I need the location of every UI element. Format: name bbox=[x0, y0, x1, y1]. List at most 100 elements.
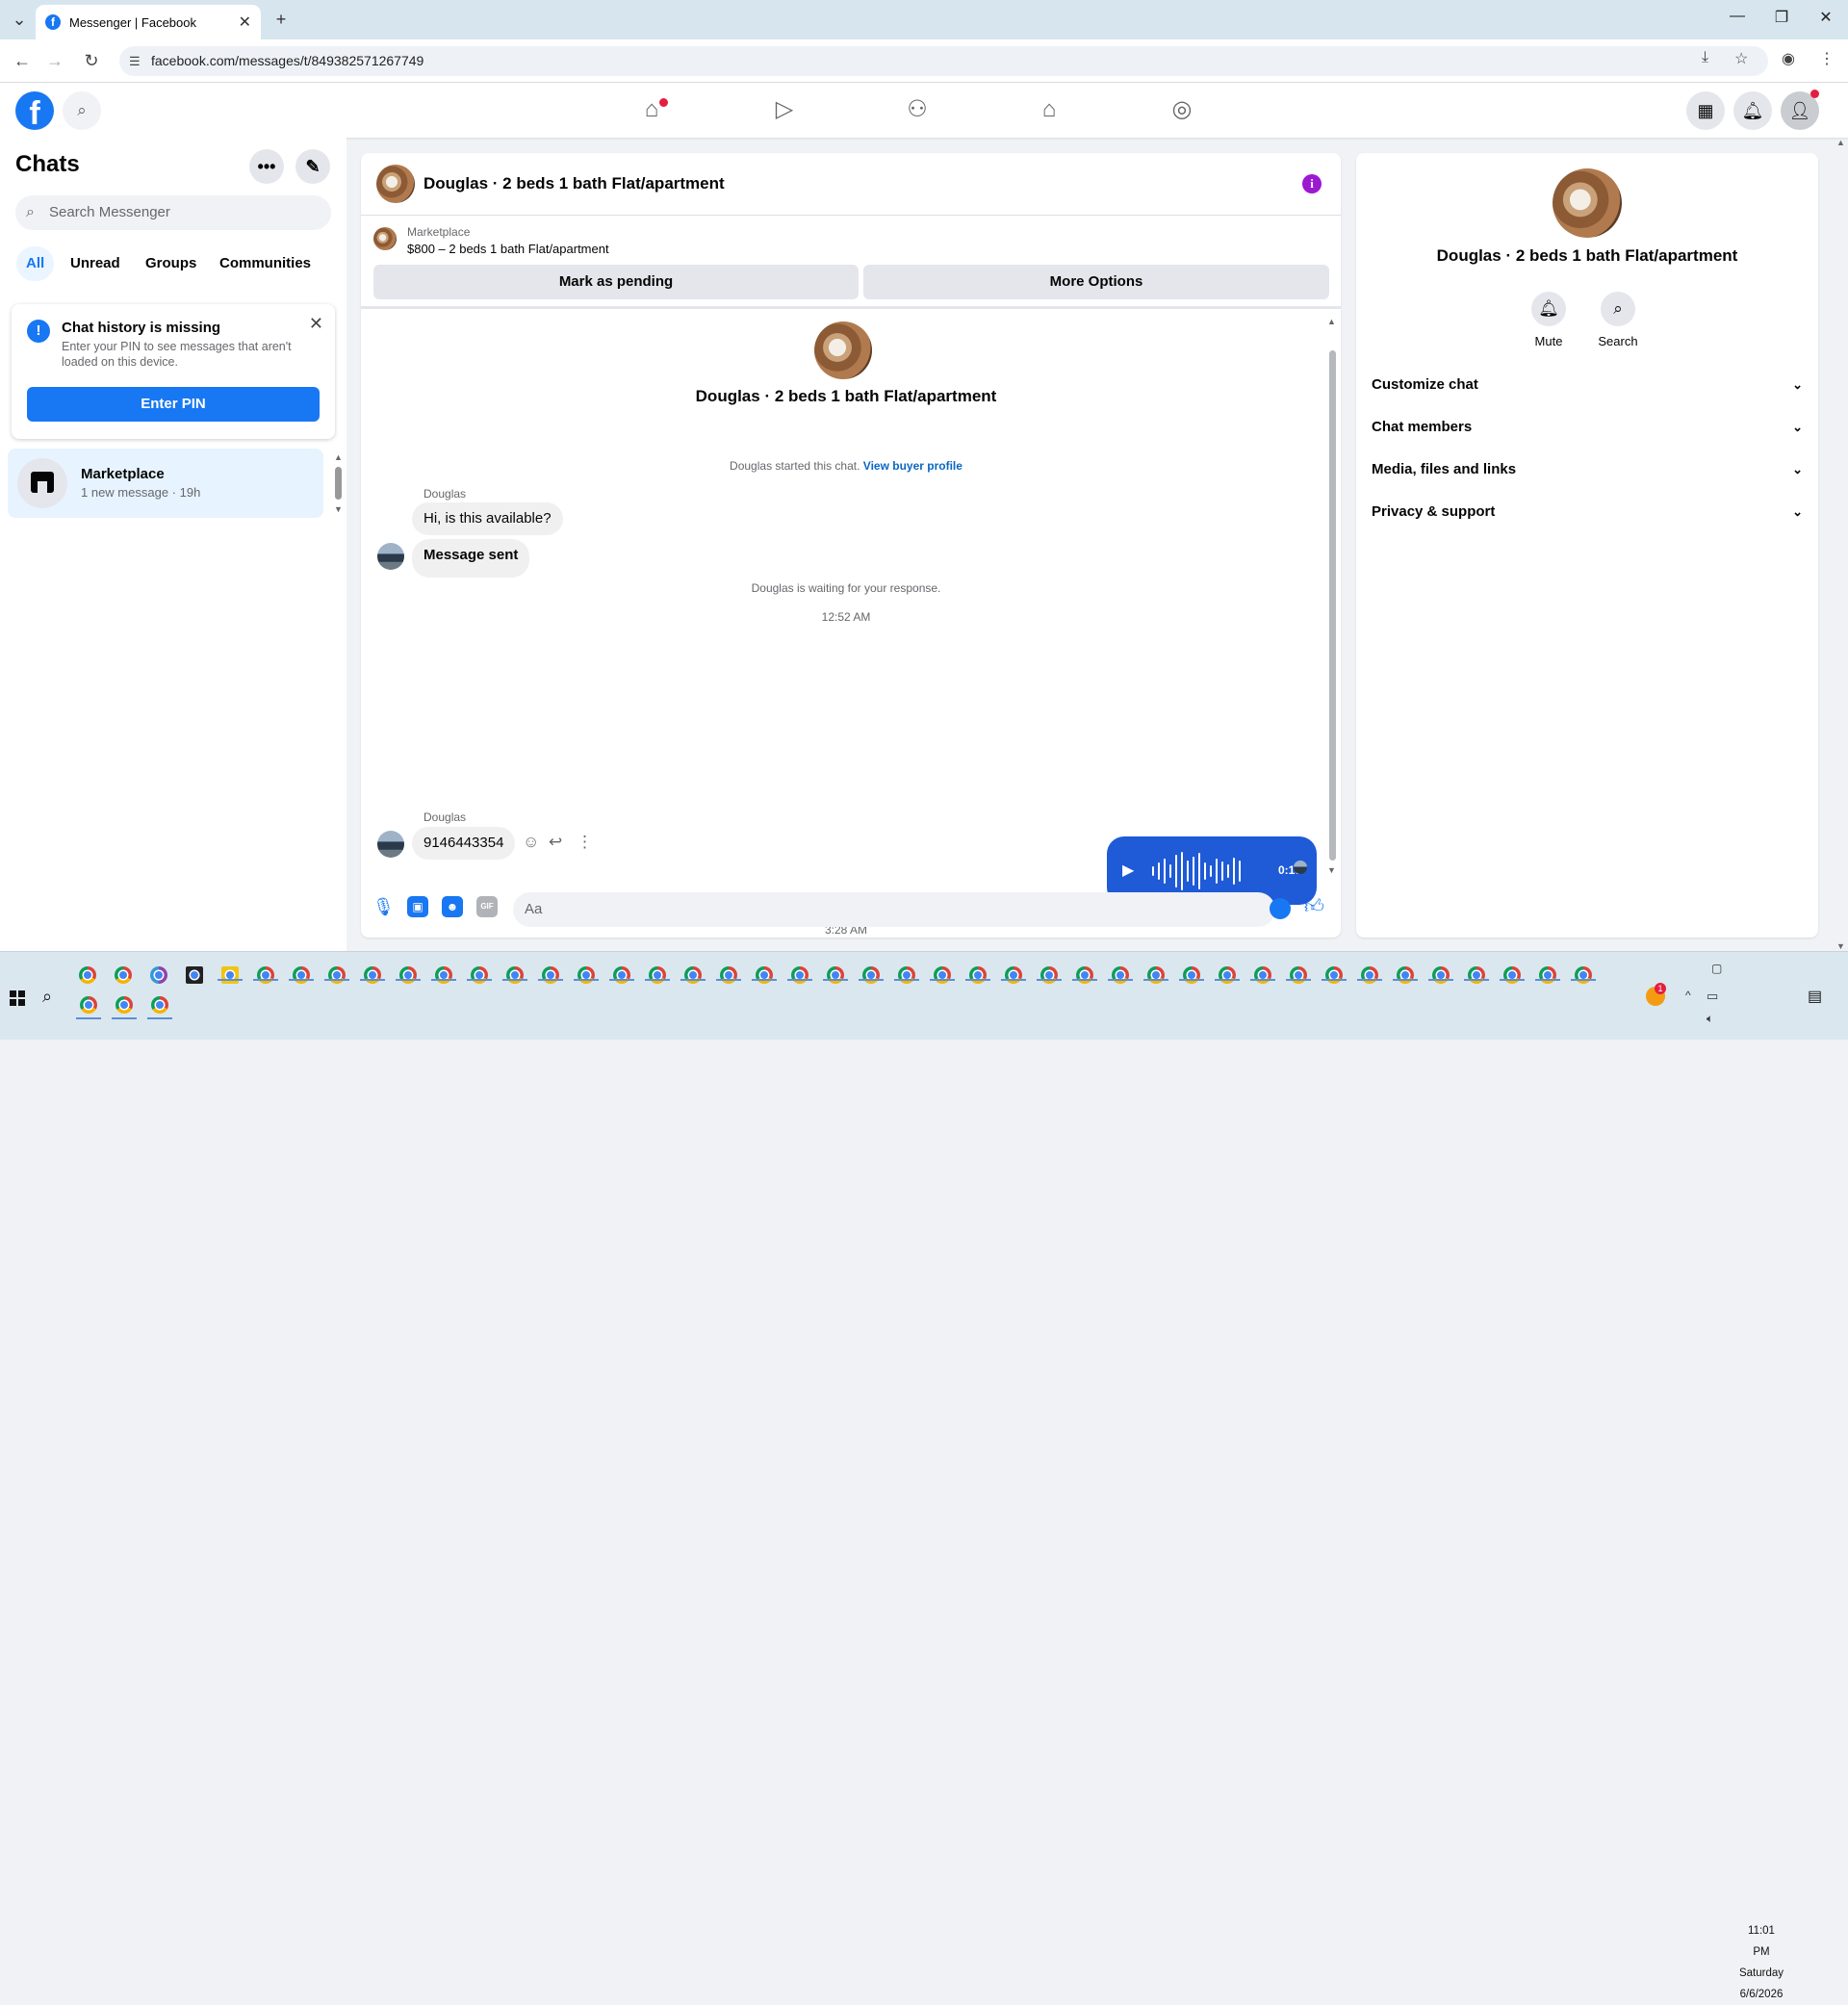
scroll-down-icon[interactable]: ▼ bbox=[1834, 941, 1848, 951]
filter-groups[interactable]: Groups bbox=[136, 246, 206, 281]
more-options-button[interactable]: More Options bbox=[863, 265, 1329, 299]
chat-members-section[interactable]: Chat members ⌄ bbox=[1372, 406, 1803, 449]
taskbar-app-icon[interactable] bbox=[399, 966, 417, 984]
media-files-links-section[interactable]: Media, files and links ⌄ bbox=[1372, 449, 1803, 491]
microphone-icon[interactable]: 🎙︎ bbox=[372, 896, 395, 917]
search-button[interactable]: ⌕ Search bbox=[1589, 292, 1647, 348]
emoji-icon[interactable] bbox=[1270, 898, 1291, 919]
sender-avatar[interactable] bbox=[377, 831, 404, 858]
taskbar-app-icon[interactable] bbox=[827, 966, 844, 984]
message-bubble[interactable]: 9146443354 bbox=[412, 827, 516, 860]
show-hidden-icons-icon[interactable]: ^ bbox=[1685, 989, 1691, 1002]
photo-icon[interactable]: ▣ bbox=[407, 896, 428, 917]
sender-avatar[interactable] bbox=[377, 543, 404, 570]
new-message-button[interactable]: ✎ bbox=[295, 149, 330, 184]
page-scrollbar[interactable]: ▲ ▼ bbox=[1834, 138, 1848, 951]
taskbar-app-icon[interactable] bbox=[1397, 966, 1414, 984]
taskbar-app-icon[interactable] bbox=[115, 966, 132, 984]
message-input[interactable]: Aa bbox=[513, 892, 1275, 927]
chat-list-scrollbar[interactable]: ▲ ▼ bbox=[334, 452, 343, 560]
message-bubble[interactable]: Message sent bbox=[412, 539, 530, 578]
home-icon[interactable]: ⌂ bbox=[599, 89, 705, 131]
taskbar-app-icon[interactable] bbox=[720, 966, 737, 984]
reload-icon[interactable]: ↻ bbox=[79, 48, 104, 73]
taskbar-app-icon[interactable] bbox=[364, 966, 381, 984]
scroll-up-icon[interactable]: ▲ bbox=[334, 452, 343, 462]
taskbar-app-icon[interactable] bbox=[471, 966, 488, 984]
listing-avatar[interactable] bbox=[376, 165, 415, 203]
taskbar-app-icon[interactable] bbox=[1076, 966, 1093, 984]
taskbar-app-icon[interactable] bbox=[293, 966, 310, 984]
taskbar-app-icon[interactable] bbox=[1325, 966, 1343, 984]
taskbar-app-icon[interactable] bbox=[791, 966, 808, 984]
close-tab-icon[interactable]: ✕ bbox=[239, 13, 251, 32]
scroll-down-icon[interactable]: ▼ bbox=[1327, 865, 1336, 875]
taskbar-app-icon[interactable] bbox=[969, 966, 987, 984]
scroll-down-icon[interactable]: ▼ bbox=[334, 504, 343, 514]
search-messenger-input[interactable]: ⌕ Search Messenger bbox=[15, 195, 331, 230]
taskbar-app-icon[interactable] bbox=[1468, 966, 1485, 984]
gif-icon[interactable]: GIF bbox=[476, 896, 498, 917]
menu-grid-icon[interactable]: ▦ bbox=[1686, 91, 1725, 130]
network-icon[interactable]: ▭ bbox=[1707, 989, 1718, 1004]
profile-icon[interactable]: ◉ bbox=[1782, 49, 1795, 68]
restore-icon[interactable]: ❐ bbox=[1762, 8, 1801, 31]
reply-icon[interactable]: ↩ bbox=[549, 833, 562, 852]
conversation-item-marketplace[interactable]: Marketplace 1 new message · 19h bbox=[8, 449, 323, 518]
taskbar-app-icon[interactable] bbox=[1040, 966, 1058, 984]
taskbar-app-icon[interactable] bbox=[1112, 966, 1129, 984]
view-buyer-profile-link[interactable]: View buyer profile bbox=[863, 459, 962, 473]
minimize-icon[interactable]: — bbox=[1718, 8, 1757, 31]
info-icon[interactable]: i bbox=[1302, 174, 1322, 193]
filter-communities[interactable]: Communities bbox=[210, 246, 321, 281]
customize-chat-section[interactable]: Customize chat ⌄ bbox=[1372, 364, 1803, 406]
action-center-icon[interactable]: ▤ bbox=[1808, 987, 1822, 1006]
message-bubble[interactable]: Hi, is this available? bbox=[412, 502, 563, 535]
details-avatar[interactable] bbox=[1553, 168, 1622, 238]
gaming-icon[interactable]: ◎ bbox=[1129, 89, 1235, 131]
filter-unread[interactable]: Unread bbox=[61, 246, 130, 281]
taskbar-app-icon[interactable] bbox=[1539, 966, 1556, 984]
scroll-thumb[interactable] bbox=[334, 467, 342, 500]
account-avatar[interactable]: 👤︎ bbox=[1781, 90, 1819, 130]
taskbar-app-icon[interactable] bbox=[684, 966, 702, 984]
filter-all[interactable]: All bbox=[16, 246, 55, 281]
taskbar-app-icon[interactable] bbox=[186, 966, 203, 984]
bookmark-star-icon[interactable]: ☆ bbox=[1734, 49, 1748, 68]
more-actions-icon[interactable]: ⋮ bbox=[577, 833, 593, 852]
browser-tab[interactable]: f Messenger | Facebook ✕ bbox=[36, 5, 261, 39]
taskbar-app-icon[interactable] bbox=[435, 966, 452, 984]
taskbar-app-icon[interactable] bbox=[1005, 966, 1022, 984]
taskbar-chrome-icon[interactable] bbox=[80, 996, 97, 1014]
sticker-icon[interactable]: ☻ bbox=[442, 896, 463, 917]
taskbar-app-icon[interactable] bbox=[862, 966, 880, 984]
volume-icon[interactable]: 🔈︎ bbox=[1707, 1012, 1713, 1026]
taskbar-app-icon[interactable] bbox=[898, 966, 915, 984]
taskbar-app-icon[interactable] bbox=[79, 966, 96, 984]
taskbar-search-icon[interactable]: ⌕ bbox=[42, 987, 52, 1007]
tab-search-chevron-icon[interactable]: ⌄ bbox=[8, 9, 31, 32]
scroll-up-icon[interactable]: ▲ bbox=[1327, 317, 1336, 326]
listing-title[interactable]: $800 – 2 beds 1 bath Flat/apartment bbox=[407, 242, 609, 256]
address-bar[interactable]: ☰ facebook.com/messages/t/84938257126774… bbox=[119, 46, 1768, 76]
thread-scrollbar[interactable]: ▲ ▼ bbox=[1325, 317, 1339, 875]
close-window-icon[interactable]: ✕ bbox=[1807, 8, 1845, 31]
listing-thumbnail[interactable] bbox=[373, 227, 397, 250]
close-icon[interactable]: ✕ bbox=[309, 314, 323, 334]
forward-icon[interactable]: → bbox=[42, 48, 67, 73]
mark-as-pending-button[interactable]: Mark as pending bbox=[373, 265, 859, 299]
taskbar-app-icon[interactable] bbox=[756, 966, 773, 984]
taskbar-app-icon[interactable] bbox=[506, 966, 524, 984]
react-emoji-icon[interactable]: ☺ bbox=[523, 833, 539, 852]
more-options-button[interactable]: ••• bbox=[249, 149, 284, 184]
marketplace-icon[interactable]: ⌂ bbox=[996, 89, 1102, 131]
privacy-support-section[interactable]: Privacy & support ⌄ bbox=[1372, 491, 1803, 533]
taskbar-app-icon[interactable] bbox=[578, 966, 595, 984]
taskbar-app-icon[interactable] bbox=[1147, 966, 1165, 984]
system-clock[interactable]: 11:01 PM Saturday 6/6/2026 bbox=[1738, 1920, 1784, 2005]
taskbar-app-icon[interactable] bbox=[649, 966, 666, 984]
taskbar-app-icon[interactable] bbox=[328, 966, 346, 984]
device-icon[interactable]: ▢ bbox=[1711, 962, 1722, 975]
taskbar-app-icon[interactable] bbox=[221, 966, 239, 984]
facebook-logo[interactable]: f bbox=[15, 91, 54, 132]
